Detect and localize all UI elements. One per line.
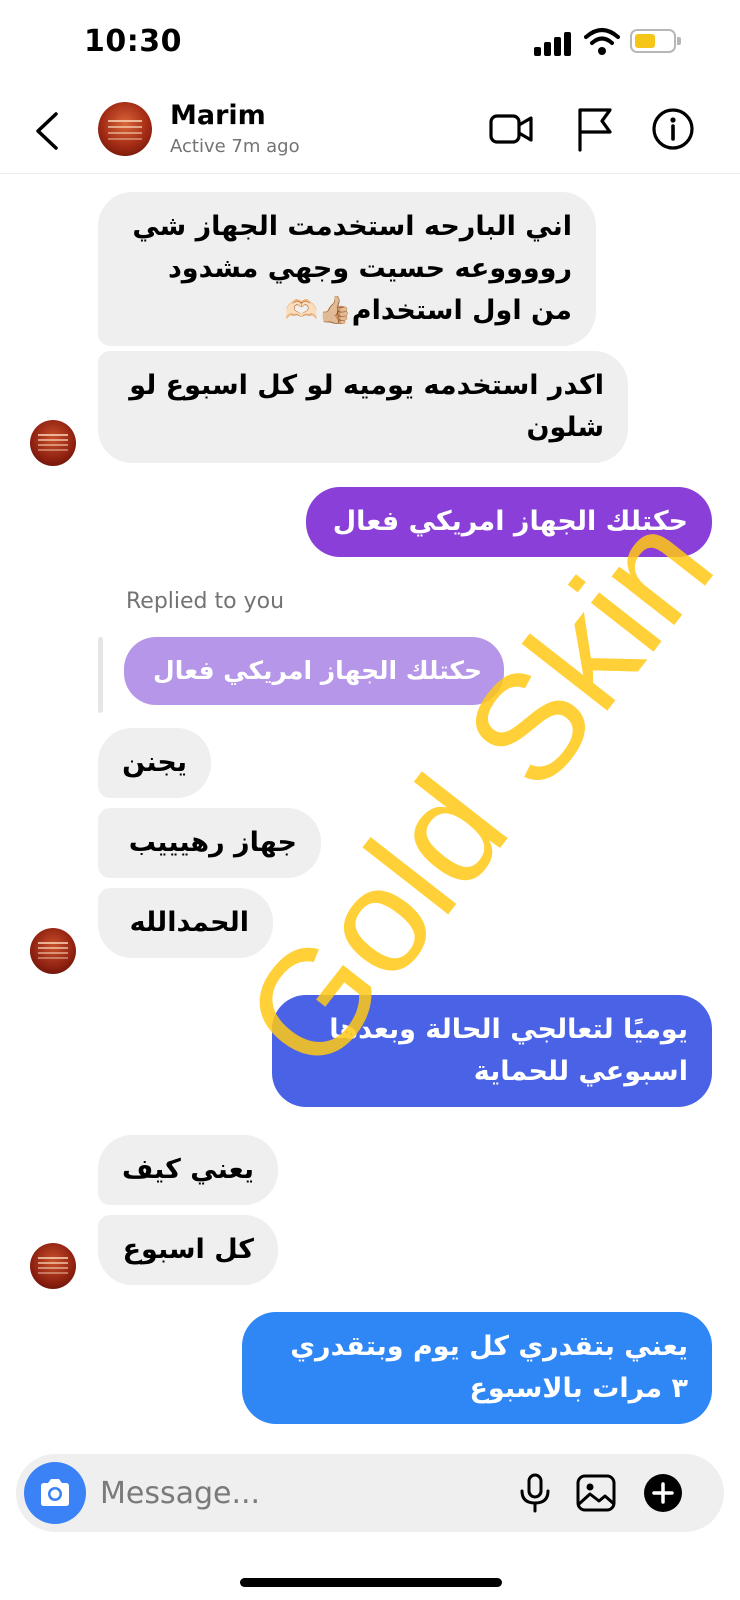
contact-active-status: Active 7m ago bbox=[170, 136, 300, 157]
gallery-icon[interactable] bbox=[575, 1472, 617, 1514]
reply-indicator-bar bbox=[98, 637, 103, 713]
camera-icon bbox=[41, 1479, 69, 1506]
contact-avatar[interactable] bbox=[98, 102, 152, 156]
chat-header: Marim Active 7m ago bbox=[0, 88, 740, 174]
message-input[interactable] bbox=[100, 1468, 500, 1518]
video-call-icon[interactable] bbox=[488, 106, 534, 152]
contact-name[interactable]: Marim bbox=[170, 100, 266, 131]
message-thread[interactable]: اني البارحه استخدمت الجهاز شي رووووعه حس… bbox=[0, 175, 740, 1430]
message-bubble-outgoing[interactable]: يعني بتقدري كل يوم وبتقدري ٣ مرات بالاسب… bbox=[242, 1312, 712, 1424]
replied-message-quote[interactable]: حكتلك الجهاز امريكي فعال bbox=[124, 637, 504, 705]
info-icon[interactable] bbox=[650, 106, 696, 152]
battery-icon bbox=[630, 29, 681, 53]
message-bubble-outgoing[interactable]: يوميًا لتعالجي الحالة وبعدها اسبوعي للحم… bbox=[272, 995, 712, 1107]
status-time: 10:30 bbox=[84, 24, 182, 59]
reply-label: Replied to you bbox=[126, 589, 285, 614]
message-bubble-incoming[interactable]: يعني كيف bbox=[98, 1135, 278, 1205]
home-indicator bbox=[240, 1578, 502, 1587]
message-bubble-incoming[interactable]: اكدر استخدمه يوميه لو كل اسبوع لو شلون bbox=[98, 351, 628, 463]
wifi-icon bbox=[584, 28, 620, 55]
contact-avatar-small[interactable] bbox=[30, 1243, 76, 1289]
contact-avatar-small[interactable] bbox=[30, 420, 76, 466]
message-bubble-incoming[interactable]: جهاز رهيييب bbox=[98, 808, 321, 878]
message-bubble-incoming[interactable]: كل اسبوع bbox=[98, 1215, 278, 1285]
cellular-signal-icon bbox=[534, 30, 574, 56]
message-bubble-incoming[interactable]: اني البارحه استخدمت الجهاز شي رووووعه حس… bbox=[98, 192, 596, 346]
message-bubble-incoming[interactable]: يجنن bbox=[98, 728, 211, 798]
message-bubble-incoming[interactable]: الحمدالله bbox=[98, 888, 273, 958]
add-icon[interactable] bbox=[642, 1472, 684, 1514]
status-bar: 10:30 bbox=[0, 0, 740, 88]
camera-button[interactable] bbox=[24, 1462, 86, 1524]
flag-icon[interactable] bbox=[572, 106, 618, 152]
message-bubble-outgoing[interactable]: حكتلك الجهاز امريكي فعال bbox=[306, 487, 712, 557]
message-composer bbox=[16, 1454, 724, 1532]
contact-avatar-small[interactable] bbox=[30, 928, 76, 974]
microphone-icon[interactable] bbox=[514, 1472, 556, 1514]
back-icon[interactable] bbox=[30, 110, 66, 152]
